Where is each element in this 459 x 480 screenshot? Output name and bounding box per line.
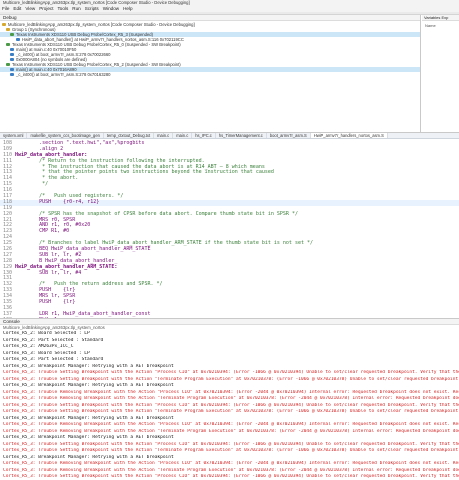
debug-group-icon [6,28,10,32]
debug-tree-item[interactable]: _c_int00() at boot_armv7r_asm.S:278 0x70… [0,72,420,77]
console-error-line: Cortex_R5_3: Trouble Setting Breakpoint … [3,448,459,453]
code-text: PUSH {r0-r4, r12} [15,198,100,205]
console-output: Cortex_R5_2: Board Selected : LP Cortex_R… [0,331,459,480]
code-text: SUB lr, lr, #4 [15,269,82,276]
tab-variables[interactable]: Variables [424,15,440,20]
menu-item-project[interactable]: Project [37,6,55,11]
cpu-icon [6,43,10,47]
console-error-line: Cortex_R5_3: Trouble Removing Breakpoint… [3,422,459,427]
menu-item-file[interactable]: File [0,6,11,11]
cpu-icon [10,33,14,37]
stack-frame-icon [10,58,14,62]
stack-frame-icon [10,68,14,72]
console-view: Console Multicore_ledBlinkingApp_am263px… [0,318,459,480]
stack-frame-icon [10,73,14,77]
console-error-line: Cortex_R5_3: Trouble Setting Breakpoint … [3,474,459,479]
menu-item-tools[interactable]: Tools [56,6,71,11]
menu-item-run[interactable]: Run [70,6,82,11]
menu-item-edit[interactable]: Edit [11,6,23,11]
menu-item-view[interactable]: View [23,6,37,11]
code-editor: system.xml makefile_system_ccs_bootimage_… [0,132,459,318]
code-text: CMP R1, #0 [15,228,70,235]
cpu-icon [6,63,10,67]
variables-view: Variables Exp Name [422,15,459,132]
code-text: */ [15,181,49,188]
console-error-line: Cortex_R5_3: Trouble Removing Breakpoint… [3,461,459,466]
menu-item-help[interactable]: Help [121,6,134,11]
stack-frame-icon [10,48,14,52]
code-text: PUSH {lr} [15,299,76,306]
stack-frame-icon [16,38,20,42]
console-error-line: Cortex_R5_3: Trouble Setting Breakpoint … [3,370,459,375]
debug-tree: Multicore_ledBlinkingApp_am263px.tlp_sys… [0,21,420,77]
menu-item-scripts[interactable]: Scripts [83,6,101,11]
tab-expressions[interactable]: Exp [442,15,449,20]
debug-view: Debug Multicore_ledBlinkingApp_am263px.t… [0,15,421,132]
menu-item-window[interactable]: Window [101,6,121,11]
debug-group-icon [2,23,6,27]
code-area[interactable]: 108 .section ".text.hwi","ax",%progbits 1… [0,139,459,318]
console-error-line: Cortex_R5_3: Trouble Setting Breakpoint … [3,409,459,414]
variables-name-column[interactable]: Name [422,21,459,30]
debug-tree-label: _c_int00() at boot_armv7r_asm.S:278 0x70… [16,72,111,77]
console-error-line: Cortex_R5_3: Trouble Removing Breakpoint… [3,396,459,401]
stack-frame-icon [10,53,14,57]
